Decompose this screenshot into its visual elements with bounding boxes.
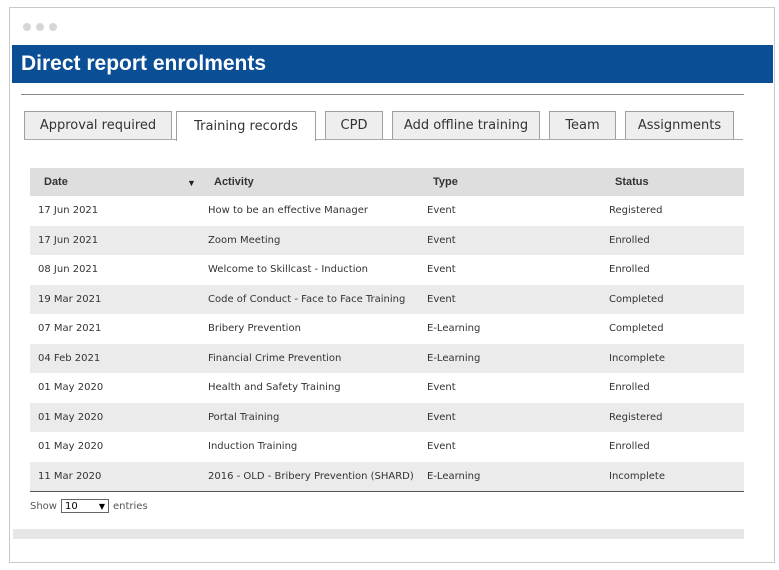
tab-bar: Approval required Training records CPD A… (24, 111, 743, 141)
cell-status: Enrolled (609, 441, 650, 452)
cell-date: 01 May 2020 (38, 441, 104, 452)
cell-activity: Code of Conduct - Face to Face Training (208, 293, 406, 305)
cell-type: Event (427, 441, 456, 452)
table-row: 08 Jun 2021 Welcome to Skillcast - Induc… (30, 255, 744, 285)
cell-activity: Bribery Prevention (208, 323, 301, 334)
cell-type: Event (427, 234, 456, 246)
entries-control: Show 10 ▼ entries (30, 499, 148, 513)
tab-add-offline-training[interactable]: Add offline training (392, 111, 540, 139)
horizontal-scrollbar[interactable] (13, 529, 744, 539)
entries-label: entries (112, 500, 148, 512)
cell-type: E-Learning (427, 470, 481, 482)
table-row: 11 Mar 2020 2016 - OLD - Bribery Prevent… (30, 461, 744, 491)
tab-assignments[interactable]: Assignments (625, 111, 734, 139)
cell-type: E-Learning (427, 352, 481, 364)
show-label: Show (30, 500, 57, 512)
table-row: 17 Jun 2021 Zoom Meeting Event Enrolled (30, 225, 744, 255)
page-title: Direct report enrolments (12, 45, 773, 83)
entries-select-value: 10 (64, 500, 78, 512)
cell-status: Enrolled (609, 264, 650, 275)
window-dot-icon (49, 23, 57, 31)
table-bottom-border (30, 491, 744, 492)
cell-type: Event (427, 293, 456, 305)
table-row: 17 Jun 2021 How to be an effective Manag… (30, 196, 744, 226)
entries-select[interactable]: 10 ▼ (60, 499, 109, 513)
divider (21, 94, 744, 95)
sort-desc-icon[interactable]: ▼ (187, 178, 196, 188)
cell-date: 17 Jun 2021 (38, 234, 99, 246)
column-header-status[interactable]: Status (615, 176, 649, 188)
cell-activity: Financial Crime Prevention (208, 352, 342, 364)
window-dot-icon (23, 23, 31, 31)
cell-activity: Portal Training (208, 411, 280, 423)
cell-activity: How to be an effective Manager (208, 205, 369, 216)
cell-date: 01 May 2020 (38, 382, 104, 393)
cell-status: Enrolled (609, 234, 650, 246)
tab-approval-required[interactable]: Approval required (24, 111, 172, 139)
table-row: 01 May 2020 Induction Training Event Enr… (30, 432, 744, 462)
cell-type: Event (427, 411, 456, 423)
cell-activity: Induction Training (208, 441, 298, 452)
cell-status: Registered (609, 411, 663, 423)
cell-date: 11 Mar 2020 (38, 470, 102, 482)
table-row: 04 Feb 2021 Financial Crime Prevention E… (30, 343, 744, 373)
table-row: 07 Mar 2021 Bribery Prevention E-Learnin… (30, 314, 744, 344)
table-header: Date ▼ Activity Type Status (30, 168, 744, 196)
cell-activity: Health and Safety Training (208, 382, 341, 393)
cell-activity: Welcome to Skillcast - Induction (208, 264, 368, 275)
column-header-activity[interactable]: Activity (214, 176, 254, 188)
tab-team[interactable]: Team (549, 111, 616, 139)
cell-date: 08 Jun 2021 (38, 264, 99, 275)
chevron-down-icon: ▼ (98, 501, 105, 511)
tab-baseline (24, 139, 743, 140)
training-records-table: Date ▼ Activity Type Status 17 Jun 2021 … (30, 168, 744, 492)
cell-status: Completed (609, 323, 664, 334)
column-header-date[interactable]: Date (44, 176, 68, 188)
table-row: 19 Mar 2021 Code of Conduct - Face to Fa… (30, 284, 744, 314)
cell-status: Enrolled (609, 382, 650, 393)
cell-date: 17 Jun 2021 (38, 205, 99, 216)
cell-status: Completed (609, 293, 664, 305)
cell-type: Event (427, 264, 456, 275)
cell-date: 19 Mar 2021 (38, 293, 102, 305)
cell-type: Event (427, 382, 456, 393)
cell-activity: 2016 - OLD - Bribery Prevention (SHARD) (208, 470, 414, 482)
cell-date: 04 Feb 2021 (38, 352, 101, 364)
cell-type: E-Learning (427, 323, 481, 334)
cell-date: 01 May 2020 (38, 411, 104, 423)
window-dots (23, 23, 57, 31)
column-header-type[interactable]: Type (433, 176, 458, 188)
cell-status: Incomplete (609, 470, 665, 482)
cell-activity: Zoom Meeting (208, 234, 281, 246)
tab-training-records[interactable]: Training records (176, 111, 316, 141)
cell-date: 07 Mar 2021 (38, 323, 102, 334)
window-dot-icon (36, 23, 44, 31)
table-row: 01 May 2020 Health and Safety Training E… (30, 373, 744, 403)
table-row: 01 May 2020 Portal Training Event Regist… (30, 402, 744, 432)
cell-type: Event (427, 205, 456, 216)
tab-cpd[interactable]: CPD (325, 111, 383, 139)
cell-status: Incomplete (609, 352, 665, 364)
cell-status: Registered (609, 205, 663, 216)
